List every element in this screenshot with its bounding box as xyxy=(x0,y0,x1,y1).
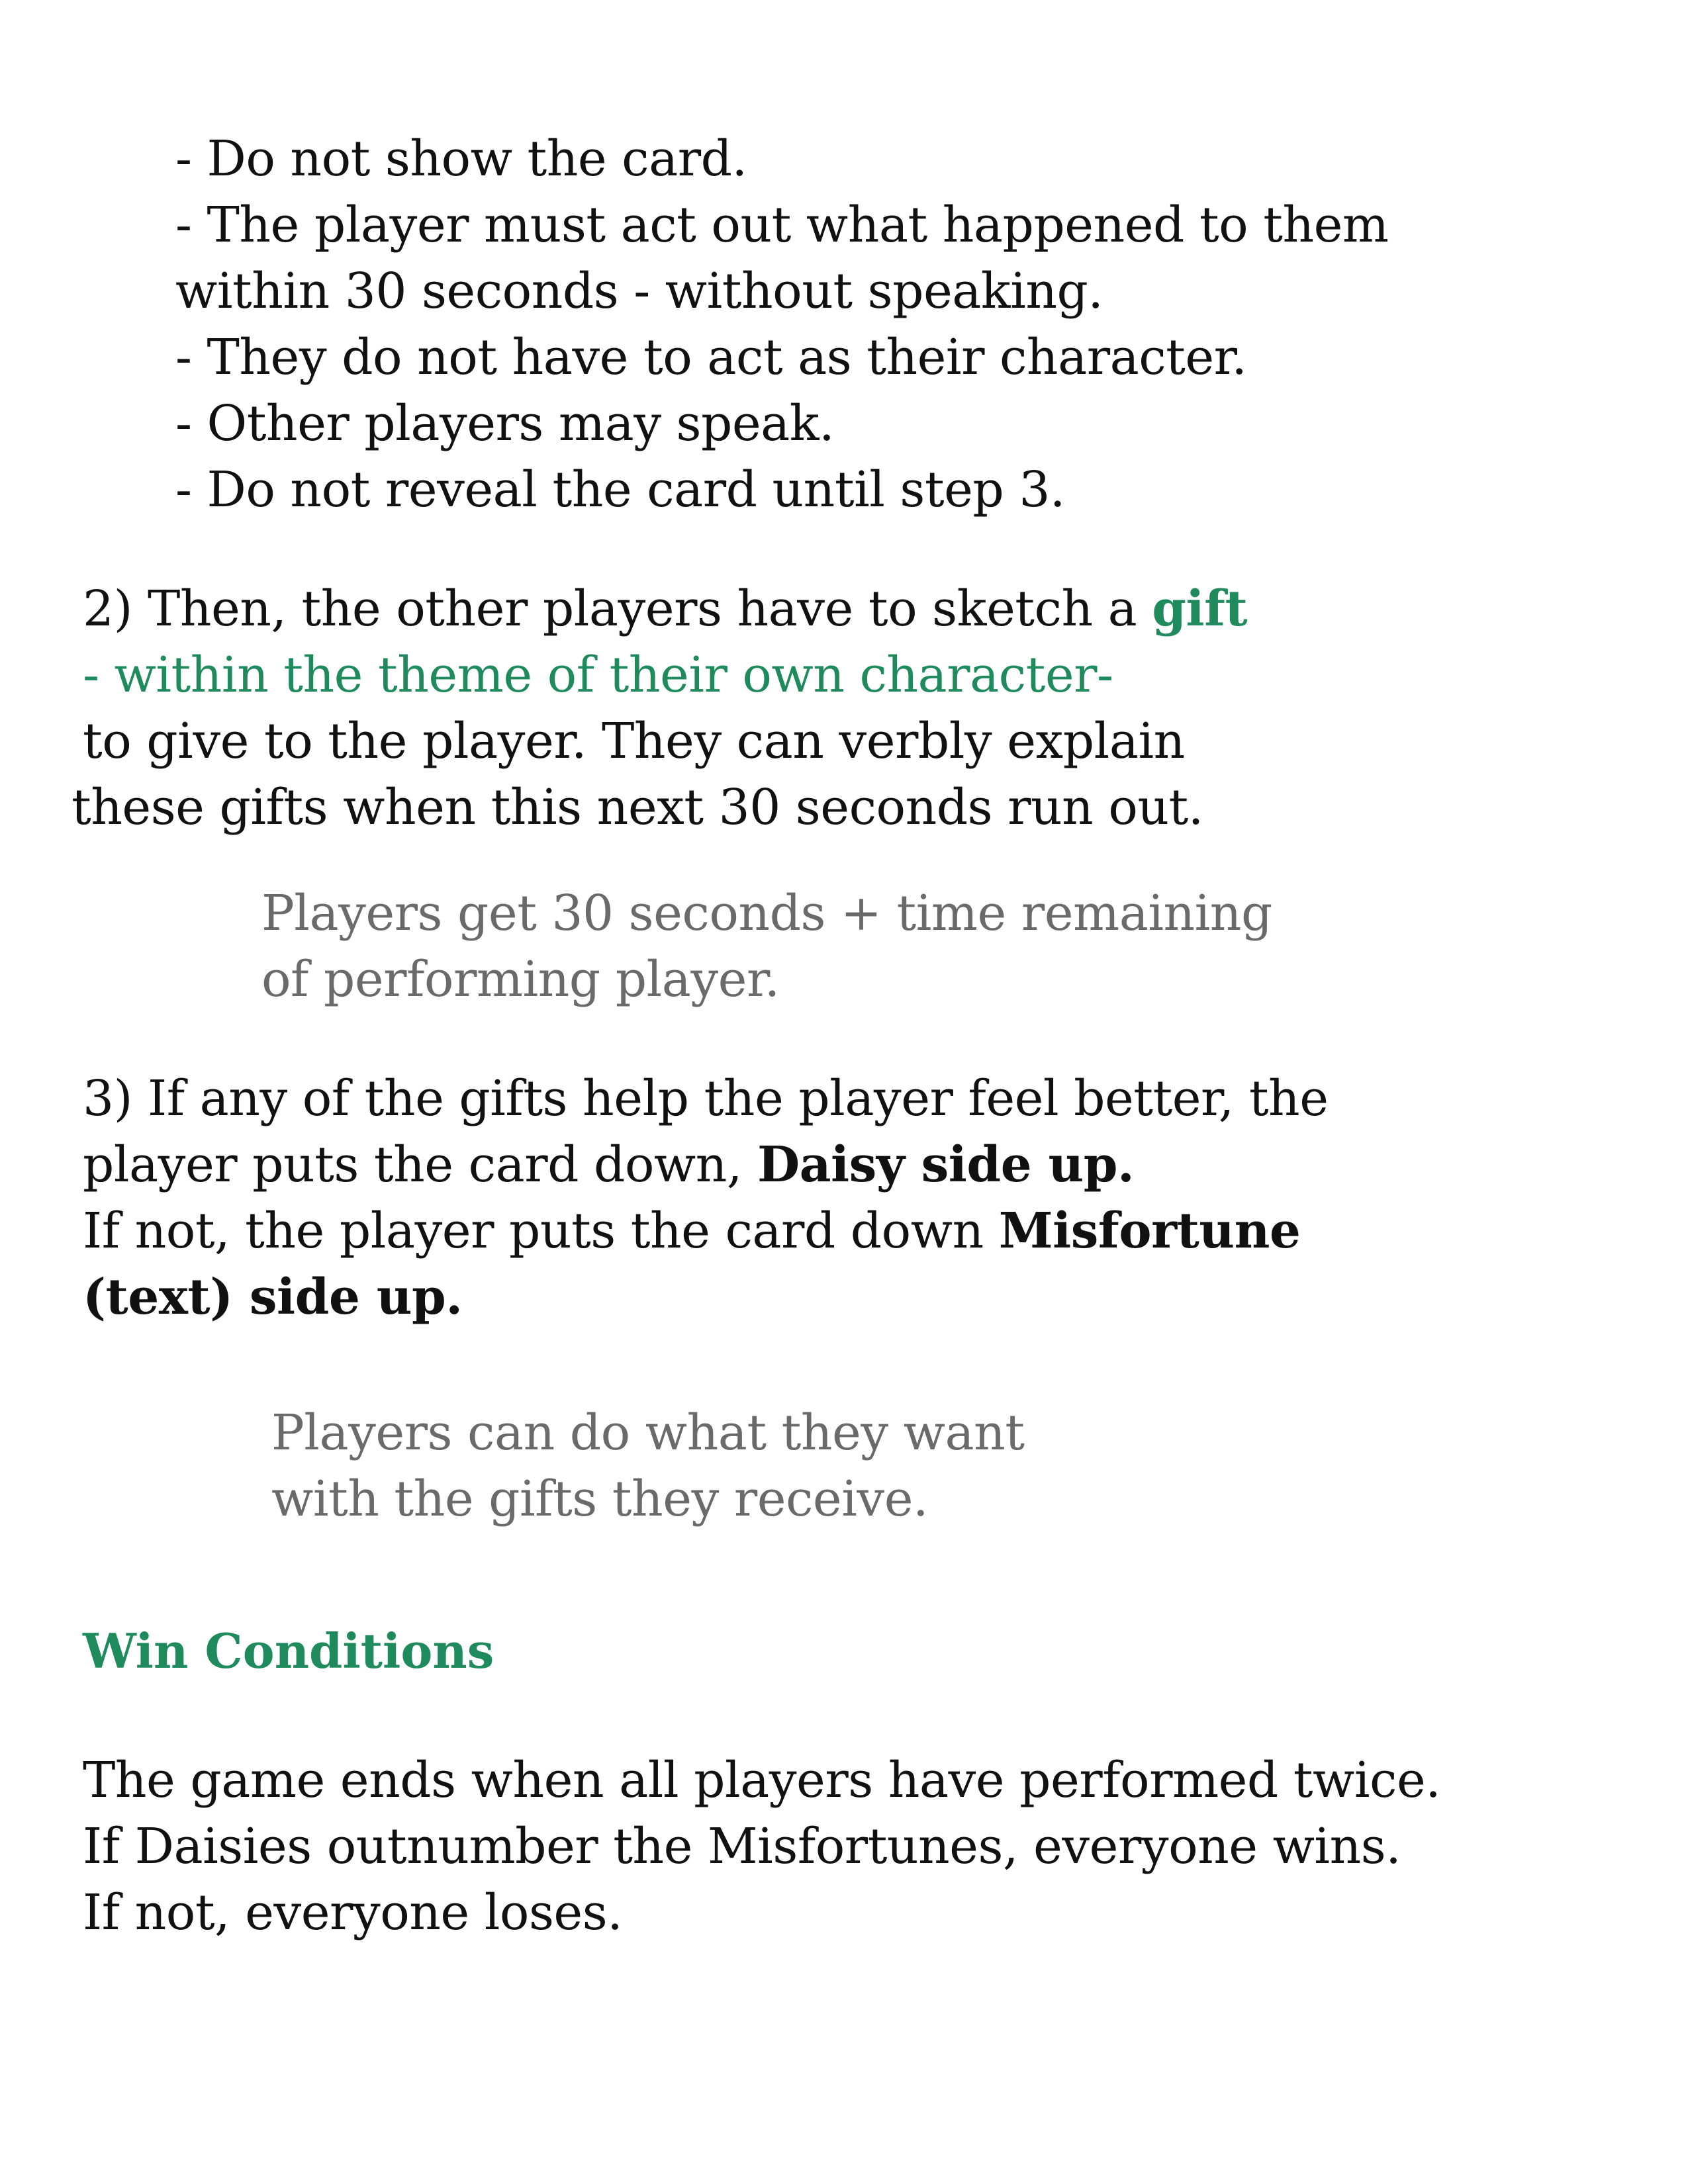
step2-note-line-2: of performing player. xyxy=(261,951,780,1008)
step3-line-2: player puts the card down, Daisy side up… xyxy=(83,1132,1135,1198)
step1-bullet-5: - Do not reveal the card until step 3. xyxy=(175,461,1065,518)
step3-note-line-1: Players can do what they want xyxy=(271,1404,1025,1461)
step3-daisy-side-up: Daisy side up. xyxy=(757,1136,1135,1193)
step3-line-2-text: player puts the card down, xyxy=(83,1136,757,1193)
step2-line-3: to give to the player. They can verbly e… xyxy=(83,713,1185,770)
step3-misfortune: Misfortune xyxy=(998,1203,1301,1259)
win-conditions-heading: Win Conditions xyxy=(83,1623,494,1679)
win-line-2: If Daisies outnumber the Misfortunes, ev… xyxy=(83,1818,1401,1875)
step3-note-line-2: with the gifts they receive. xyxy=(271,1471,929,1527)
step3-line-3: If not, the player puts the card down Mi… xyxy=(83,1198,1301,1264)
step2-line-1: 2) Then, the other players have to sketc… xyxy=(83,576,1248,642)
step1-bullet-3: - They do not have to act as their chara… xyxy=(175,329,1247,386)
step2-note-line-1: Players get 30 seconds + time remaining xyxy=(261,885,1272,942)
step2-gift-highlight: gift xyxy=(1152,580,1248,637)
win-line-1: The game ends when all players have perf… xyxy=(83,1752,1441,1809)
step1-bullet-1: - Do not show the card. xyxy=(175,130,747,187)
step2-line-1-text: 2) Then, the other players have to sketc… xyxy=(83,580,1152,637)
step3-line-1: 3) If any of the gifts help the player f… xyxy=(83,1070,1329,1127)
step2-line-4: these gifts when this next 30 seconds ru… xyxy=(71,779,1203,836)
step3-line-4: (text) side up. xyxy=(83,1269,463,1326)
win-line-3: If not, everyone loses. xyxy=(83,1884,623,1941)
step3-line-3-text: If not, the player puts the card down xyxy=(83,1203,999,1259)
step2-line-2: - within the theme of their own characte… xyxy=(83,647,1113,704)
step1-bullet-2-continued: within 30 seconds - without speaking. xyxy=(175,263,1103,320)
step1-bullet-2: - The player must act out what happened … xyxy=(175,197,1389,253)
step1-bullet-4: - Other players may speak. xyxy=(175,395,835,452)
